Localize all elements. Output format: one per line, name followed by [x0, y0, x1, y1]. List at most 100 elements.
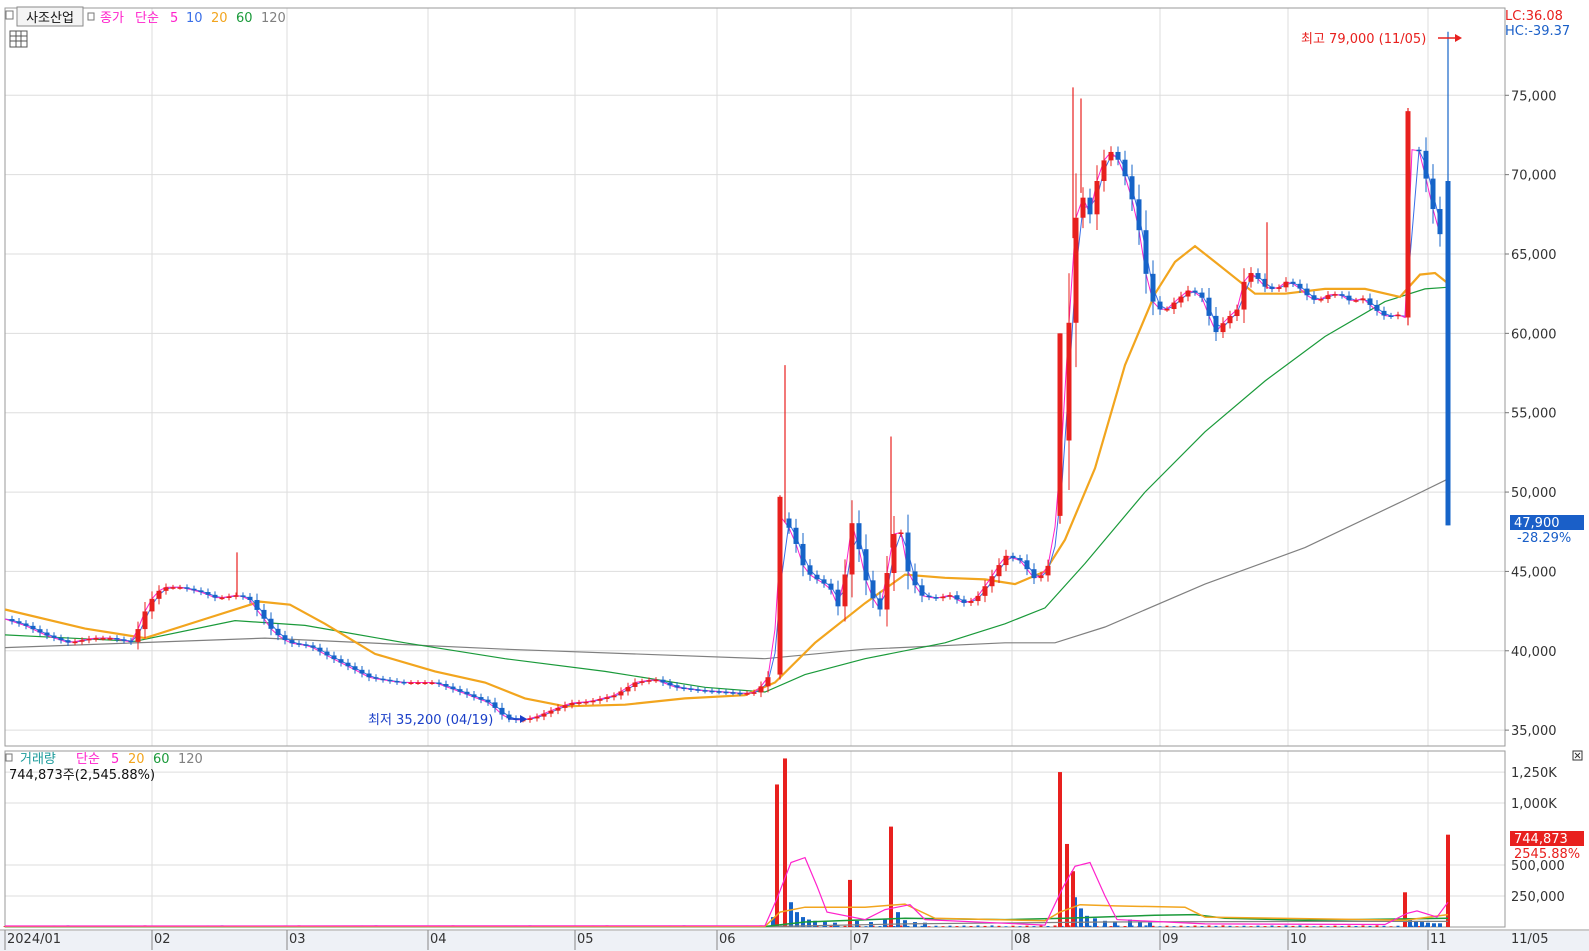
vma20-line: [5, 903, 1449, 928]
volume-legend-toggle-icon[interactable]: [5, 753, 13, 762]
candle-body: [611, 695, 617, 698]
candle-body: [961, 599, 967, 603]
ma120-label: 120: [261, 11, 286, 26]
candle-body: [968, 601, 974, 603]
candle-body: [1227, 316, 1233, 324]
candle-body: [184, 587, 190, 589]
volume-bar: [1172, 926, 1176, 927]
candle-body: [751, 692, 757, 694]
candlestick-chart[interactable]: 35,000 40,000 45,000 50,000 55,000 60,000 65,0…: [0, 0, 1589, 951]
ma5-line: [4, 149, 1441, 721]
candle-body: [1290, 281, 1296, 284]
volume-bar: [976, 925, 980, 927]
candle-body: [1381, 310, 1387, 316]
volume-bar: [1326, 926, 1330, 927]
volume-bar: [1420, 922, 1424, 927]
candle-body: [114, 638, 120, 640]
legend-toggle-icon[interactable]: [5, 10, 14, 20]
grid-lines: [4, 8, 1505, 927]
candle-body: [1297, 283, 1303, 289]
grid-table-icon[interactable]: [9, 30, 28, 48]
candle-body: [534, 716, 540, 719]
volume-bar: [1207, 925, 1211, 927]
candle-body: [100, 638, 106, 640]
volume-bar: [1382, 925, 1386, 927]
candle-body: [51, 635, 57, 638]
candle-body: [1206, 297, 1212, 316]
candle-body: [464, 691, 470, 695]
candle-body: [765, 677, 771, 687]
price-candles: [9, 31, 1451, 723]
candle-body: [9, 619, 15, 622]
volume-bar: [997, 925, 1001, 927]
candle-body: [604, 697, 610, 700]
candle-body: [681, 687, 687, 690]
candle-body: [394, 680, 400, 683]
price-indicator-kind: 단순: [135, 11, 159, 26]
candle-body: [275, 628, 281, 636]
candle-body: [1445, 180, 1451, 526]
date-tick-label: 02: [154, 932, 171, 947]
volume-bar: [962, 925, 966, 927]
volume-bar: [864, 926, 868, 927]
candle-body: [401, 682, 407, 684]
price-moving-averages: [4, 148, 1448, 721]
candle-body: [744, 693, 750, 695]
candle-body: [863, 549, 869, 581]
candle-body: [1388, 315, 1394, 317]
candle-body: [1129, 176, 1135, 200]
candle-body: [37, 629, 43, 633]
volume-bar: [1011, 925, 1015, 927]
volume-bar: [1361, 925, 1365, 927]
candle-body: [576, 702, 582, 704]
volume-bar: [1291, 925, 1295, 927]
candle-body: [1220, 323, 1226, 333]
candle-body: [940, 596, 946, 599]
candle-body: [1346, 295, 1352, 301]
candle-body: [1178, 296, 1184, 303]
price-tick-label: 35,000: [1511, 724, 1557, 739]
candle-body: [884, 573, 890, 610]
candle-body: [625, 686, 631, 692]
volume-bar: [1375, 925, 1379, 927]
candle-body: [415, 682, 421, 685]
date-tick-label: 05: [577, 932, 594, 947]
price-tick-label: 40,000: [1511, 645, 1557, 660]
panel-borders: [0, 7, 1589, 951]
candle-body: [933, 597, 939, 599]
candle-body: [1066, 322, 1072, 441]
high-label: 최고 79,000 (11/05): [1301, 32, 1426, 47]
candle-body: [485, 699, 491, 703]
candle-body: [842, 574, 848, 607]
candle-body: [478, 697, 484, 700]
volume-bar: [1138, 922, 1142, 927]
volume-bar: [1235, 926, 1239, 927]
candle-body: [912, 571, 918, 586]
volume-bar: [983, 925, 987, 927]
volume-bar: [1046, 925, 1050, 927]
candle-body: [1192, 290, 1198, 293]
candle-body: [16, 621, 22, 624]
candle-body: [1248, 273, 1254, 282]
price-tick-label: 75,000: [1511, 89, 1557, 104]
volume-bar: [1312, 926, 1316, 927]
volume-bar: [1148, 922, 1152, 927]
price-tick-label: 65,000: [1511, 248, 1557, 263]
volume-bar: [1277, 925, 1281, 927]
candle-body: [149, 598, 155, 612]
date-axis-band: [0, 931, 1589, 951]
candle-body: [919, 585, 925, 596]
date-tick-label: 2024/01: [7, 932, 61, 947]
volume-bar: [1426, 922, 1430, 927]
volume-tick-label: 1,000K: [1511, 797, 1557, 812]
price-legend-toggle-icon[interactable]: [87, 12, 95, 21]
volume-bar: [1221, 925, 1225, 927]
volume-bar: [913, 922, 917, 927]
candle-body: [583, 701, 589, 704]
volume-bar: [1340, 926, 1344, 927]
candle-body: [793, 527, 799, 544]
candle-body: [1073, 217, 1079, 323]
candle-body: [856, 523, 862, 550]
volume-bar: [1438, 923, 1442, 927]
candle-body: [632, 682, 638, 687]
